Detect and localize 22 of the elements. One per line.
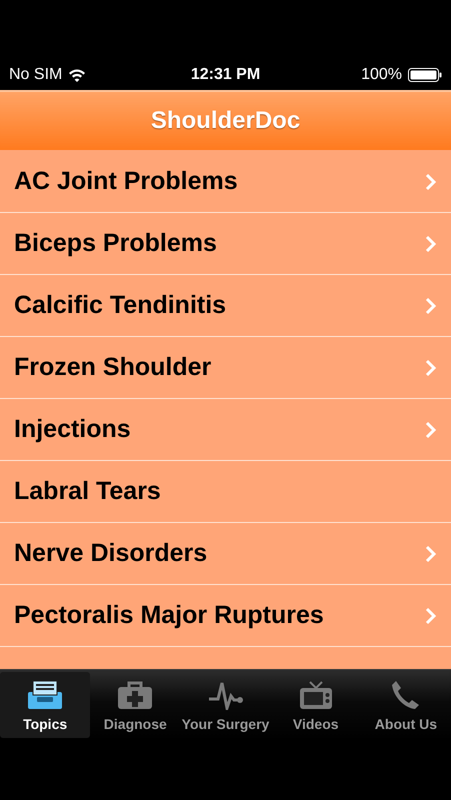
tab-bar-item[interactable]: Your Surgery <box>180 672 271 738</box>
battery-icon <box>408 68 442 82</box>
heartbeat-icon <box>208 680 244 710</box>
chevron-icon <box>425 358 437 376</box>
tab-bar-item[interactable]: Videos <box>270 672 361 738</box>
tray-icon <box>27 680 64 710</box>
chevron-icon <box>425 234 437 252</box>
chevron-icon <box>425 606 437 624</box>
tab-bar-item[interactable]: Topics <box>0 672 90 738</box>
medical-bag-icon <box>117 680 154 710</box>
clock-time: 12:31 PM <box>190 66 260 84</box>
app-title: ShoulderDoc <box>150 107 300 135</box>
chevron-icon <box>425 172 437 190</box>
chevron-icon <box>425 544 437 562</box>
tab-bar-item[interactable]: Diagnose <box>90 672 180 738</box>
chevron-icon <box>425 420 437 438</box>
wifi-icon <box>68 68 86 82</box>
carrier-label: No SIM <box>9 66 62 84</box>
television-icon <box>298 680 334 710</box>
battery-percentage: 100% <box>361 66 402 84</box>
tab-bar-item[interactable]: About Us <box>360 672 451 738</box>
chevron-icon <box>425 296 437 314</box>
